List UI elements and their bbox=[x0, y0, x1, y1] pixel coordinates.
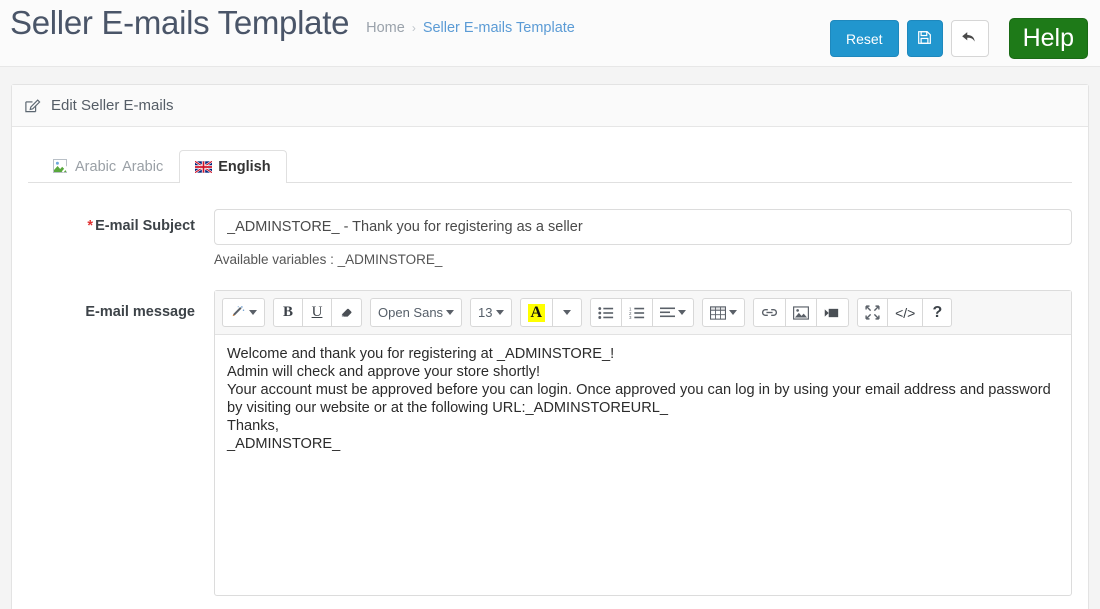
tab-arabic[interactable]: Arabic Arabic bbox=[37, 150, 179, 183]
magic-wand-caret-icon bbox=[249, 310, 257, 315]
bold-label: B bbox=[282, 304, 293, 320]
letter-a-highlight-icon: A bbox=[527, 303, 546, 322]
insert-link-button[interactable] bbox=[753, 298, 787, 327]
tab-arabic-label: Arabic bbox=[122, 159, 164, 175]
insert-picture-button[interactable] bbox=[785, 298, 818, 327]
tab-arabic-alt-text: Arabic bbox=[75, 159, 117, 175]
font-size-value: 13 bbox=[478, 305, 493, 320]
font-family-caret-icon bbox=[446, 310, 455, 315]
toolbar-group-view: </> ? bbox=[857, 298, 953, 327]
font-family-dropdown[interactable]: Open Sans bbox=[370, 298, 463, 327]
expand-arrows-icon bbox=[865, 305, 880, 320]
svg-text:3: 3 bbox=[629, 315, 632, 320]
paragraph-align-dropdown[interactable] bbox=[652, 298, 695, 327]
toolbar-group-lists: 1 2 3 bbox=[590, 298, 695, 327]
ordered-list-button[interactable]: 1 2 3 bbox=[621, 298, 654, 327]
subject-control-wrap: Available variables : _ADMINSTORE_ bbox=[214, 209, 1072, 267]
title-row: Seller E-mails Template Home › Seller E-… bbox=[10, 6, 575, 39]
panel-header: Edit Seller E-mails bbox=[12, 85, 1088, 127]
floppy-disk-icon bbox=[917, 30, 932, 48]
subject-form-row: *E-mail Subject Available variables : _A… bbox=[12, 209, 1088, 267]
message-line: Your account must be approved before you… bbox=[227, 382, 1051, 417]
font-size-dropdown[interactable]: 13 bbox=[470, 298, 512, 327]
language-tabs: Arabic Arabic English bbox=[28, 147, 1072, 183]
insert-video-button[interactable] bbox=[816, 298, 850, 327]
chain-link-icon bbox=[762, 309, 778, 316]
subject-label-text: E-mail Subject bbox=[95, 218, 195, 234]
code-view-label: </> bbox=[895, 304, 916, 321]
header-actions: Reset Help bbox=[830, 18, 1088, 59]
unordered-list-button[interactable] bbox=[590, 298, 623, 327]
page-title: Seller E-mails Template bbox=[10, 4, 350, 41]
rich-text-editor: B U Open Sans 13 A 1 2 3 </> ? Welcome a… bbox=[214, 290, 1072, 596]
underline-label: U bbox=[311, 304, 323, 320]
editor-toolbar: B U Open Sans 13 A 1 2 3 </> ? bbox=[215, 291, 1071, 335]
breadcrumb-current-link[interactable]: Seller E-mails Template bbox=[423, 20, 575, 36]
font-color-caret-icon bbox=[563, 310, 572, 315]
remove-format-button[interactable] bbox=[331, 298, 362, 327]
fullscreen-button[interactable] bbox=[857, 298, 889, 327]
message-label: E-mail message bbox=[85, 304, 195, 320]
magic-wand-icon bbox=[232, 305, 245, 316]
edit-seller-emails-panel: Edit Seller E-mails Arabic Arabic Englis… bbox=[11, 84, 1089, 609]
align-left-icon bbox=[660, 307, 676, 318]
magic-wand-button[interactable] bbox=[222, 298, 265, 327]
message-line: _ADMINSTORE_ bbox=[227, 436, 341, 453]
broken-image-icon bbox=[53, 159, 70, 175]
eraser-icon bbox=[341, 308, 352, 317]
paragraph-align-caret-icon bbox=[678, 310, 687, 315]
message-form-row: E-mail message B U Open Sans 13 A 1 2 3 … bbox=[12, 290, 1088, 596]
editor-content-area[interactable]: Welcome and thank you for registering at… bbox=[215, 335, 1071, 595]
reset-button[interactable]: Reset bbox=[830, 20, 899, 57]
editor-help-label: ? bbox=[932, 303, 943, 321]
undo-arrow-icon bbox=[961, 30, 978, 48]
toolbar-group-color: A bbox=[519, 298, 583, 327]
subject-input[interactable] bbox=[214, 209, 1072, 245]
toolbar-group-font-size: 13 bbox=[470, 298, 512, 327]
message-line: Welcome and thank you for registering at… bbox=[227, 346, 615, 362]
breadcrumb: Home › Seller E-mails Template bbox=[366, 20, 575, 36]
toolbar-group-table bbox=[702, 298, 746, 327]
back-button[interactable] bbox=[950, 20, 989, 57]
toolbar-group-style bbox=[222, 298, 265, 327]
uk-flag-icon bbox=[194, 160, 213, 174]
page-header: Seller E-mails Template Home › Seller E-… bbox=[0, 0, 1100, 67]
video-camera-icon bbox=[824, 308, 839, 317]
tab-english[interactable]: English bbox=[179, 150, 287, 183]
editor-help-button[interactable]: ? bbox=[922, 298, 953, 327]
subject-help-text: Available variables : _ADMINSTORE_ bbox=[214, 252, 443, 267]
code-view-button[interactable]: </> bbox=[887, 298, 924, 327]
tab-english-label: English bbox=[218, 159, 271, 175]
breadcrumb-home-link[interactable]: Home bbox=[366, 20, 405, 36]
table-caret-icon bbox=[729, 310, 738, 315]
table-icon bbox=[710, 305, 727, 320]
numbered-list-icon: 1 2 3 bbox=[629, 306, 645, 320]
picture-icon bbox=[793, 305, 810, 320]
underline-button[interactable]: U bbox=[302, 298, 332, 327]
font-color-dropdown[interactable] bbox=[552, 298, 583, 327]
edit-pencil-icon bbox=[24, 97, 41, 114]
table-dropdown[interactable] bbox=[702, 298, 746, 327]
message-line: Admin will check and approve your store … bbox=[227, 364, 541, 381]
toolbar-group-format: B U bbox=[273, 298, 362, 327]
toolbar-group-insert bbox=[753, 298, 850, 327]
subject-label: * E-mail Subject bbox=[28, 209, 214, 267]
bullet-list-icon bbox=[598, 306, 614, 319]
message-control-wrap: B U Open Sans 13 A 1 2 3 </> ? Welcome a… bbox=[214, 290, 1072, 596]
font-color-button[interactable]: A bbox=[519, 298, 554, 327]
help-button[interactable]: Help bbox=[1008, 18, 1088, 59]
toolbar-group-font-family: Open Sans bbox=[370, 298, 463, 327]
required-marker: * bbox=[87, 218, 94, 234]
breadcrumb-separator-icon: › bbox=[411, 21, 416, 35]
font-family-value: Open Sans bbox=[378, 305, 444, 320]
message-line: Thanks, bbox=[227, 418, 279, 435]
bold-button[interactable]: B bbox=[273, 298, 303, 327]
panel-heading: Edit Seller E-mails bbox=[51, 97, 174, 114]
font-size-caret-icon bbox=[495, 310, 504, 315]
save-button[interactable] bbox=[906, 20, 943, 57]
